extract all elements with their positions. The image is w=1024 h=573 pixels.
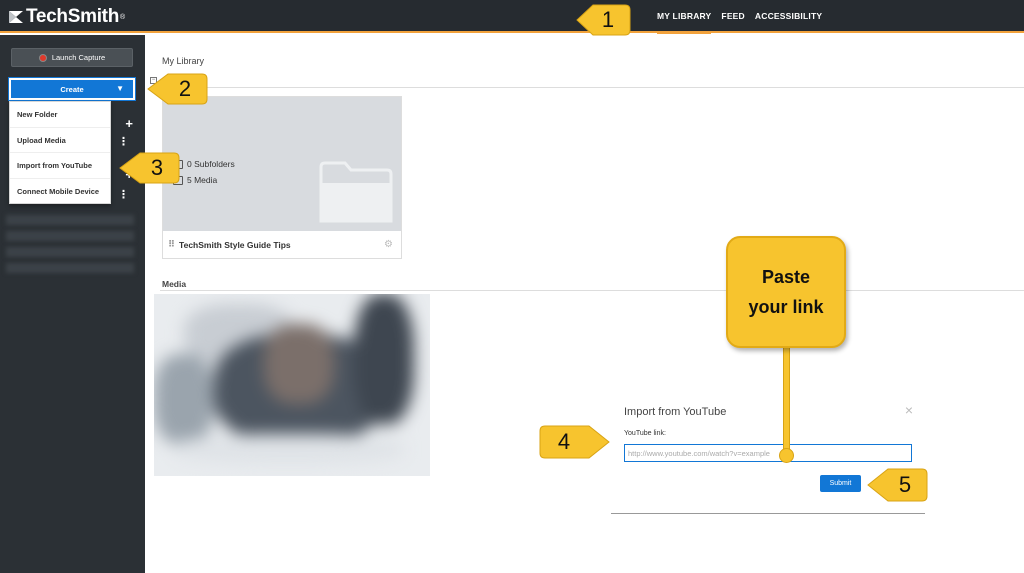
step-number-1: 1 <box>601 7 615 32</box>
media-thumbnail[interactable] <box>154 294 430 476</box>
close-icon[interactable]: × <box>905 402 913 418</box>
step-callout-1: 1 <box>575 4 631 36</box>
media-count-label: 5 Media <box>187 175 218 185</box>
top-nav: MY LIBRARY FEED ACCESSIBILITY <box>657 0 822 34</box>
step-callout-5: 5 <box>866 468 928 502</box>
nav-my-library[interactable]: MY LIBRARY <box>657 0 712 34</box>
techsmith-logo-icon <box>8 9 24 25</box>
create-button[interactable]: Create ▼ <box>8 77 136 101</box>
menu-item-new-folder[interactable]: New Folder <box>10 102 110 128</box>
blurred-sidebar-item <box>6 263 134 273</box>
subfolder-count: 0 Subfolders <box>173 159 235 169</box>
callout-text-line-2: your link <box>748 297 824 317</box>
step-number-4: 4 <box>557 429 571 454</box>
folder-footer: ⠿ TechSmith Style Guide Tips ⚙ <box>163 231 401 258</box>
brand-logo[interactable]: TechSmith ® <box>8 6 125 28</box>
menu-item-import-youtube[interactable]: Import from YouTube <box>10 153 110 179</box>
submit-button[interactable]: Submit <box>820 475 861 492</box>
folder-thumbnail: 0 Subfolders 5 Media <box>163 97 401 231</box>
callout-text-line-1: Paste <box>761 267 811 287</box>
more-icon[interactable]: ⋮ <box>118 190 129 201</box>
blurred-video-preview <box>154 294 430 476</box>
gear-icon[interactable]: ⚙ <box>384 239 393 250</box>
plus-icon[interactable]: + <box>125 116 133 131</box>
blurred-sidebar-item <box>6 231 134 241</box>
caret-down-icon: ▼ <box>116 84 124 93</box>
media-section-title: Media <box>162 279 187 289</box>
launch-capture-label: Launch Capture <box>51 53 106 62</box>
nav-feed[interactable]: FEED <box>721 0 744 33</box>
top-navigation-bar: TechSmith ® MY LIBRARY FEED ACCESSIBILIT… <box>0 0 1024 34</box>
page-title: My Library <box>162 56 205 66</box>
create-dropdown-menu: New Folder Upload Media Import from YouT… <box>9 101 111 204</box>
paste-link-callout: Paste your link <box>726 236 846 348</box>
step-callout-3: 3 <box>118 152 180 184</box>
dialog-title: Import from YouTube <box>624 406 727 418</box>
brand-name: TechSmith <box>26 6 120 27</box>
step-number-2: 2 <box>178 76 192 101</box>
blurred-sidebar-item <box>6 247 134 257</box>
youtube-link-input[interactable] <box>624 444 912 462</box>
folder-card[interactable]: 0 Subfolders 5 Media ⠿ TechSmith Style G… <box>162 96 402 259</box>
divider <box>160 290 1024 291</box>
youtube-link-label: YouTube link: <box>624 430 666 437</box>
menu-item-connect-mobile[interactable]: Connect Mobile Device <box>10 179 110 205</box>
record-icon <box>38 53 47 62</box>
folder-icon <box>317 159 395 230</box>
launch-capture-button[interactable]: Launch Capture <box>11 48 133 67</box>
subfolder-count-label: 0 Subfolders <box>187 159 235 169</box>
step-callout-4: 4 <box>539 425 611 459</box>
step-number-3: 3 <box>150 155 164 180</box>
folder-name[interactable]: TechSmith Style Guide Tips <box>179 240 291 250</box>
callout-pointer-line <box>783 347 790 451</box>
more-icon[interactable]: ⋮ <box>118 137 129 148</box>
registered-mark: ® <box>120 13 125 21</box>
callout-pointer-dot <box>779 448 794 463</box>
divider <box>160 87 1024 88</box>
nav-accessibility[interactable]: ACCESSIBILITY <box>755 0 822 33</box>
step-number-5: 5 <box>898 472 912 497</box>
create-label: Create <box>60 84 84 94</box>
step-callout-2: 2 <box>146 73 208 105</box>
menu-item-upload-media[interactable]: Upload Media <box>10 128 110 153</box>
blurred-sidebar-item <box>6 215 134 225</box>
grip-icon[interactable]: ⠿ <box>168 239 175 250</box>
